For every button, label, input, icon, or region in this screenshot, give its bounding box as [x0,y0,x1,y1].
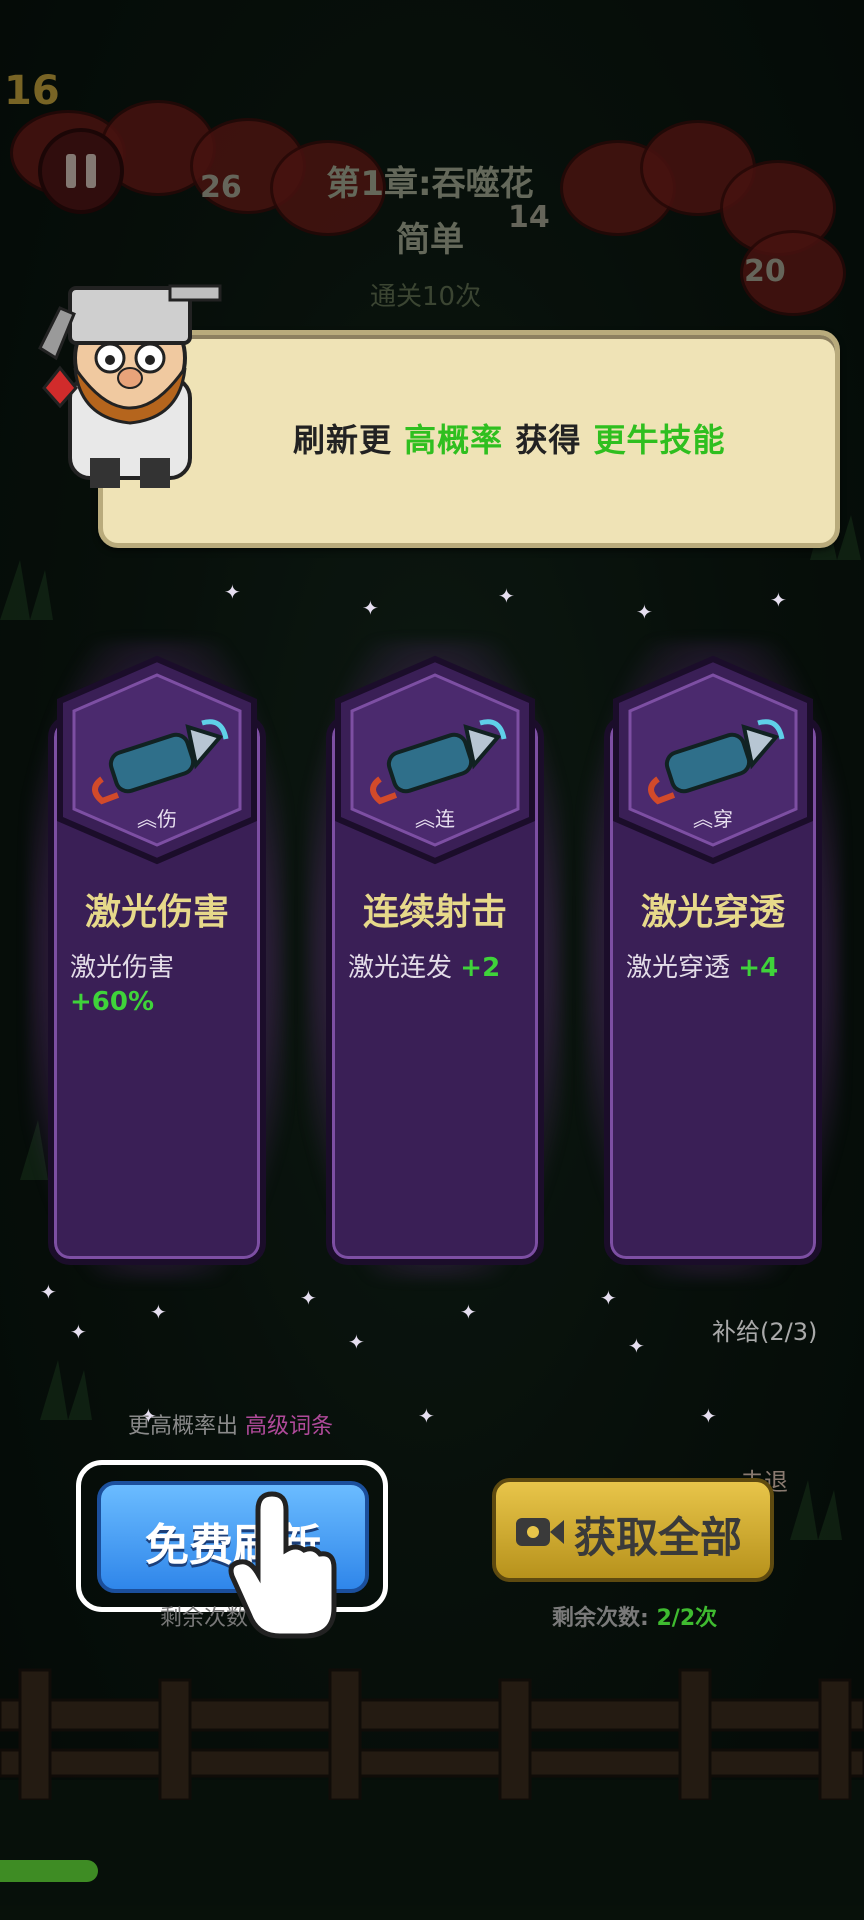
video-ad-icon [516,1518,564,1546]
hint-prefix: 更高概率出 [128,1414,239,1439]
skill-card-laser-penetration[interactable]: ︽穿 激光穿透 激光穿透 +4 [584,641,842,1279]
card-bonus: +2 [460,953,501,983]
card-tag: ︽穿 [693,807,733,831]
refresh-hint: 更高概率出 高级词条 [128,1408,333,1440]
card-tag: ︽连 [415,807,455,831]
get-all-remaining: 剩余次数: 2/2次 [552,1600,717,1632]
get-all-label: 获取全部 [574,1513,743,1562]
tip-prefix: 刷新更 [293,421,393,459]
npc-character-icon [38,284,222,488]
tip-highlight-skill: 更牛技能 [593,421,726,459]
card-bonus: +4 [738,953,779,983]
tip-text: 刷新更 高概率 获得 更牛技能 [293,415,725,461]
skill-card-continuous-shot[interactable]: ︽连 连续射击 激光连发 +2 [306,641,564,1279]
card-desc-text: 激光伤害 [70,953,175,983]
card-title: 激光穿透 [640,892,785,933]
laser-gun-icon [57,655,257,865]
card-tag: ︽伤 [137,807,177,831]
progress-bar [0,1860,98,1882]
remaining-value: 2/2次 [656,1606,718,1631]
card-title: 连续射击 [362,892,507,933]
card-description: 激光伤害 +60% [70,951,260,1019]
card-description: 激光连发 +2 [348,951,538,985]
laser-gun-icon [613,655,813,865]
fence-decoration [0,1668,864,1800]
card-desc-text: 激光穿透 [626,953,731,983]
card-title: 激光伤害 [84,892,229,933]
tip-highlight-probability: 高概率 [404,421,504,459]
card-description: 激光穿透 +4 [626,951,816,985]
tip-middle: 获得 [515,421,582,459]
remaining-label: 剩余次数: [552,1606,649,1631]
card-bonus: +60% [70,987,155,1017]
get-all-button[interactable]: 获取全部 [492,1478,774,1582]
card-desc-text: 激光连发 [348,953,453,983]
pointing-hand-icon [228,1491,337,1639]
skill-card-laser-damage[interactable]: ︽伤 激光伤害 激光伤害 +60% [28,641,286,1279]
supply-counter: 补给(2/3) [712,1318,818,1346]
hint-highlight: 高级词条 [245,1414,334,1439]
laser-gun-icon [335,655,535,865]
